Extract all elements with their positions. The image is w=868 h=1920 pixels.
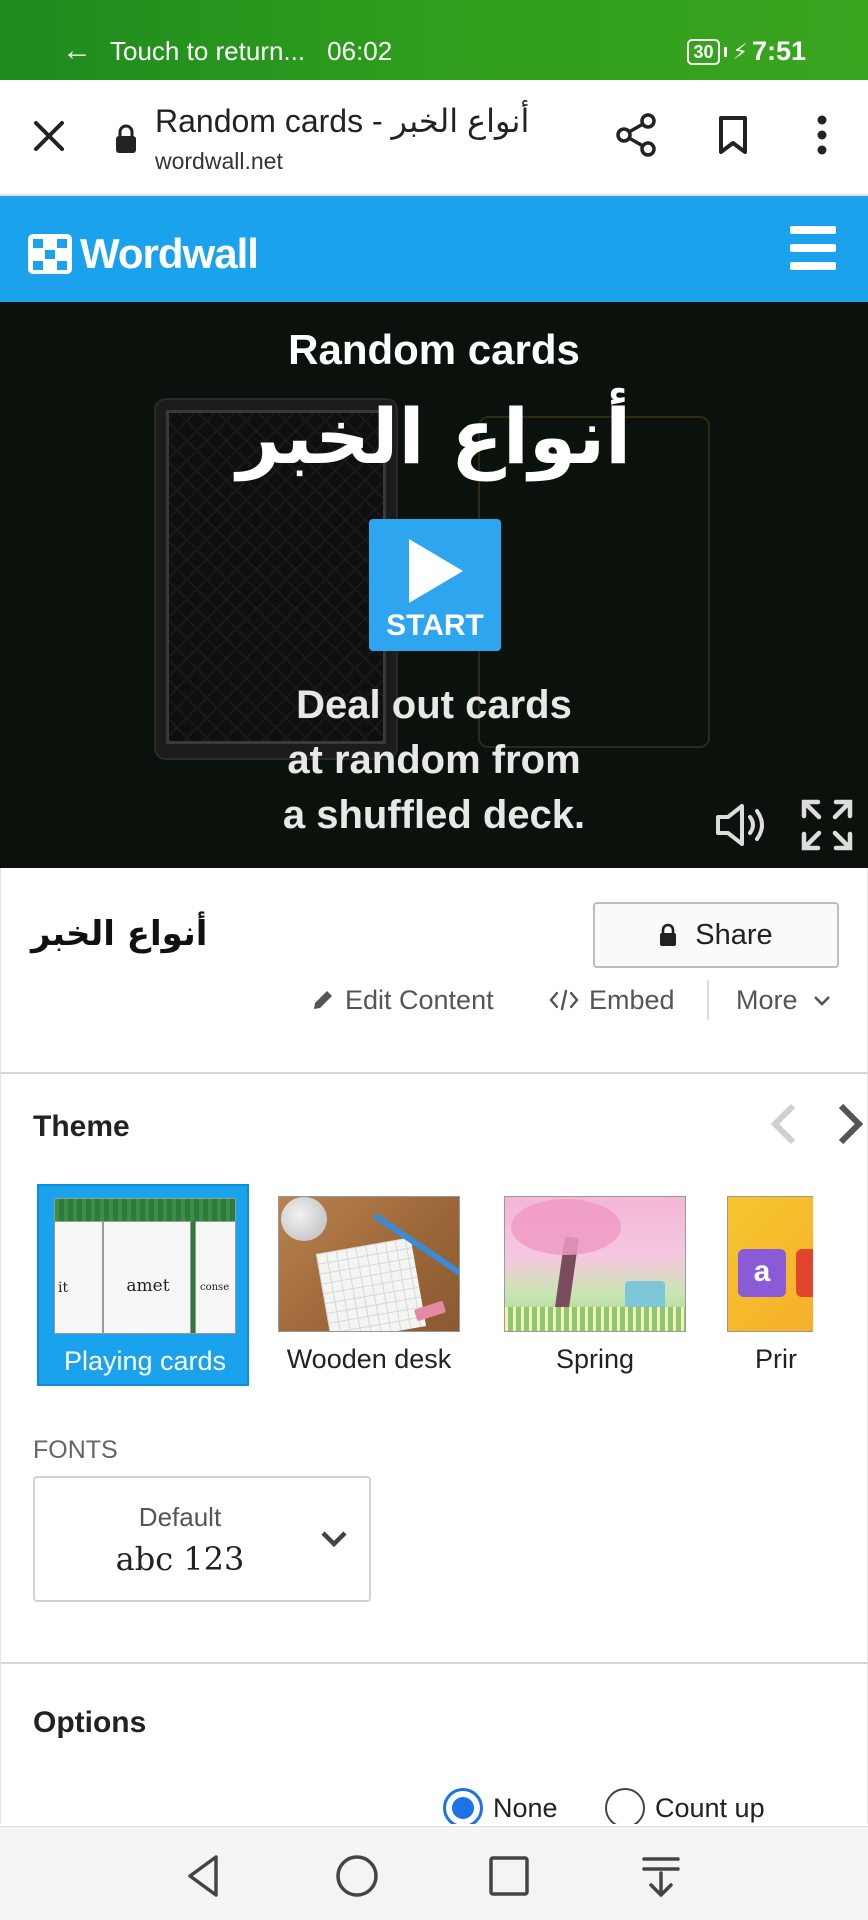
theme-thumb-spring: [504, 1196, 686, 1332]
description-line: at random from: [287, 738, 581, 782]
edit-content-label: Edit Content: [345, 984, 494, 1015]
description-line: Deal out cards: [296, 683, 572, 727]
notification-pulldown-icon[interactable]: [636, 1851, 686, 1901]
lock-icon: [660, 923, 677, 946]
radio-empty-icon: [605, 1788, 645, 1824]
theme-label: Wooden desk: [286, 1344, 452, 1374]
share-button[interactable]: Share: [593, 902, 839, 968]
font-sample: abc 123: [115, 1540, 245, 1578]
theme-label: Playing cards: [63, 1346, 227, 1376]
play-icon: [409, 539, 463, 603]
logo-text: Wordwall: [80, 230, 259, 277]
edit-content-link[interactable]: Edit Content: [311, 980, 494, 1020]
theme-wooden-desk[interactable]: Wooden desk: [263, 1184, 475, 1386]
theme-primary[interactable]: a Prir: [713, 1184, 813, 1386]
close-icon[interactable]: [26, 113, 72, 159]
chevron-down-icon: [813, 996, 830, 1006]
radio-count-up-label: Count up: [655, 1792, 765, 1823]
battery-tip: [723, 46, 727, 57]
activity-title: أنواع الخبر: [31, 914, 208, 954]
options-section: Options None Count up: [0, 1664, 868, 1824]
fonts-label: FONTS: [33, 1436, 118, 1464]
share-icon[interactable]: [612, 110, 662, 160]
bookmark-icon[interactable]: [708, 110, 758, 160]
share-label: Share: [695, 918, 773, 951]
lock-icon: [116, 124, 136, 153]
activity-info: أنواع الخبر Share Edit Content Embed Mor…: [0, 868, 868, 1074]
more-vert-icon[interactable]: [797, 110, 847, 160]
theme-label: Spring: [555, 1344, 635, 1374]
theme-spring[interactable]: Spring: [489, 1184, 701, 1386]
more-label: More: [736, 984, 798, 1015]
theme-heading: Theme: [33, 1110, 130, 1143]
chevron-right-icon[interactable]: [833, 1102, 868, 1146]
recents-square-icon[interactable]: [484, 1851, 534, 1901]
card-word: it: [58, 1280, 69, 1296]
start-label: START: [386, 609, 484, 642]
chevron-left-icon[interactable]: [767, 1102, 803, 1146]
wordwall-logo[interactable]: Wordwall: [28, 230, 259, 278]
battery-icon: 30: [687, 38, 720, 65]
divider: [707, 980, 709, 1020]
menu-icon[interactable]: [790, 226, 836, 270]
radio-count-up[interactable]: Count up: [605, 1788, 765, 1824]
font-name: Default: [138, 1502, 222, 1532]
return-to-call[interactable]: ← Touch to return... 06:02: [62, 34, 392, 68]
embed-label: Embed: [589, 984, 675, 1015]
chevron-down-icon: [321, 1531, 347, 1548]
theme-playing-cards[interactable]: it amet conse Playing cards: [37, 1184, 249, 1386]
logo-grid-icon: [28, 234, 72, 274]
arrow-left-icon: ←: [62, 34, 92, 67]
radio-selected-icon: [443, 1788, 483, 1824]
card-word: amet: [126, 1276, 170, 1296]
status-bar: ← Touch to return... 06:02 30 ⚡ 7:51: [0, 0, 868, 80]
theme-primary-clip: a Prir: [713, 1184, 813, 1386]
font-select[interactable]: Default abc 123: [33, 1476, 371, 1602]
options-heading: Options: [33, 1706, 147, 1739]
call-timer: 06:02: [327, 35, 393, 66]
card-word: conse: [200, 1282, 230, 1293]
theme-thumb-playing-cards: it amet conse: [54, 1198, 236, 1334]
theme-section: Theme it amet conse Playing cards Wooden…: [0, 1074, 868, 1664]
theme-thumb-primary: a: [727, 1196, 813, 1332]
charging-icon: ⚡: [732, 38, 748, 64]
back-triangle-icon[interactable]: [180, 1851, 230, 1901]
home-circle-icon[interactable]: [332, 1851, 382, 1901]
code-icon: [549, 989, 579, 1011]
page-title[interactable]: Random cards - أنواع الخبر: [155, 102, 529, 140]
system-navigation-bar: [0, 1826, 868, 1920]
embed-link[interactable]: Embed: [549, 980, 675, 1020]
site-header: Wordwall: [0, 196, 868, 302]
volume-icon[interactable]: [714, 800, 770, 850]
more-dropdown[interactable]: More: [736, 980, 832, 1020]
game-title: Random cards: [288, 326, 580, 373]
clock: 7:51: [751, 36, 806, 66]
pencil-icon: [314, 991, 332, 1009]
theme-label: Prir: [755, 1344, 797, 1374]
status-right: 30 ⚡ 7:51: [687, 36, 806, 67]
theme-thumb-wooden-desk: [278, 1196, 460, 1332]
return-text: Touch to return...: [110, 35, 306, 66]
radio-none-label: None: [493, 1792, 558, 1823]
game-preview: Random cards أنواع الخبر START Deal out …: [0, 302, 868, 868]
game-activity-name: أنواع الخبر: [236, 392, 632, 481]
browser-toolbar: Random cards - أنواع الخبر wordwall.net: [0, 80, 868, 196]
start-button[interactable]: START: [369, 519, 501, 651]
url-host[interactable]: wordwall.net: [155, 148, 283, 175]
fullscreen-icon[interactable]: [800, 798, 854, 852]
radio-none[interactable]: None: [443, 1788, 558, 1824]
letter-tile: a: [738, 1249, 786, 1297]
